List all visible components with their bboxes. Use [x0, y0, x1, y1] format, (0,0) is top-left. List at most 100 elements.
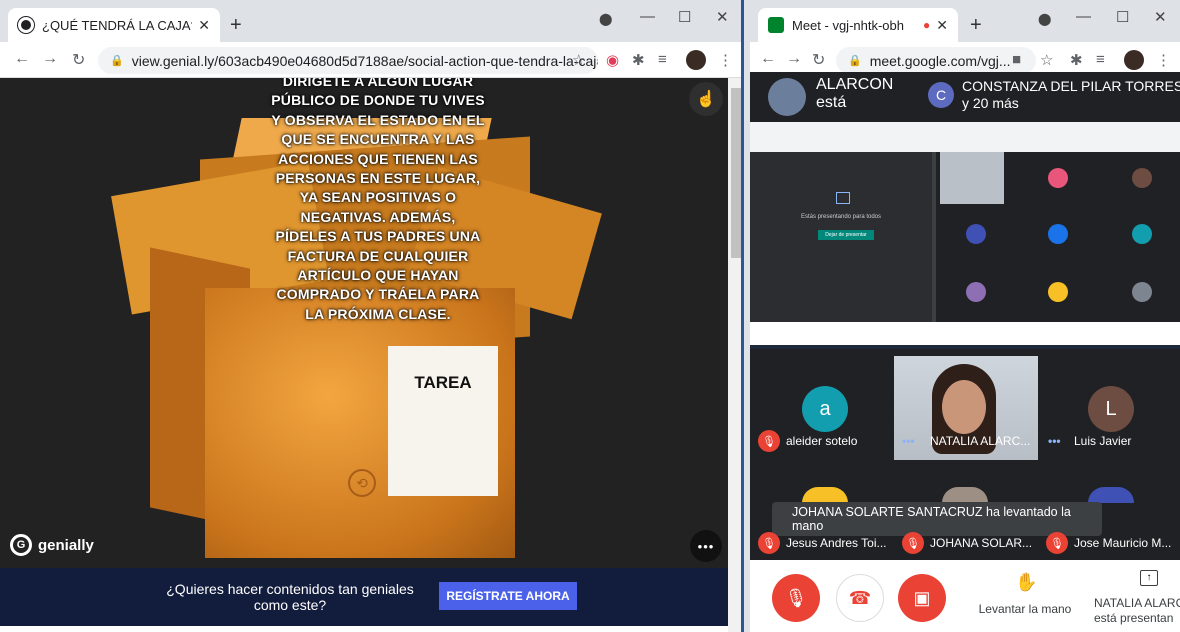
presenting-label: Estás presentando para todos	[800, 214, 882, 220]
tile-name-natalia: NATALIA ALARC...	[930, 434, 1031, 448]
new-tab-icon[interactable]: +	[970, 14, 982, 37]
mic-off-icon: 🎙	[758, 532, 780, 554]
maximize-icon[interactable]: ☐	[1116, 8, 1129, 26]
new-tab-icon[interactable]: +	[230, 14, 242, 37]
media-queue-icon[interactable]: ≡	[658, 51, 667, 68]
url-field[interactable]: 🔒 view.genial.ly/603acb490e04680d5d7188a…	[98, 47, 598, 74]
forward-icon[interactable]: →	[42, 50, 58, 68]
promo-text: ¿Quieres hacer contenidos tan geniales c…	[166, 581, 414, 613]
back-icon[interactable]: ←	[760, 50, 776, 68]
avatar-aleider: a	[802, 386, 848, 432]
mic-off-icon: 🎙	[1046, 532, 1068, 554]
raise-hand-label[interactable]: Levantar la mano	[972, 602, 1078, 616]
close-window-icon[interactable]: ✕	[1154, 8, 1167, 26]
shared-avatar-3	[966, 282, 986, 302]
raise-hand-icon[interactable]: ✋	[1015, 572, 1037, 593]
presenting-status-line1: NATALIA ALARC	[1094, 596, 1180, 610]
camera-indicator-icon[interactable]: ■	[1012, 51, 1021, 68]
reload-icon[interactable]: ↻	[812, 50, 825, 70]
speaking-indicator-icon: •••	[1048, 434, 1061, 448]
tab-meet[interactable]: Meet - vgj-nhtk-obh ● ✕	[758, 8, 958, 42]
menu-icon[interactable]: ⋮	[1156, 51, 1171, 69]
genially-logo-icon: G	[10, 534, 32, 556]
mic-off-icon: 🎙	[902, 532, 924, 554]
forward-icon[interactable]: →	[786, 50, 802, 68]
mic-off-icon: 🎙	[758, 430, 780, 452]
tab-strip: Meet - vgj-nhtk-obh ● ✕ + ⬤ — ☐ ✕	[750, 0, 1180, 42]
presenter-name: ALARCON está	[816, 76, 893, 112]
url-text: view.genial.ly/603acb490e04680d5d7188ae/…	[131, 52, 598, 69]
puzzle-icon[interactable]: ✱	[632, 51, 645, 69]
participant-face	[942, 380, 986, 434]
maximize-icon[interactable]: ☐	[678, 8, 691, 26]
scrollbar-thumb[interactable]	[731, 88, 741, 258]
hand-raised-toast: JOHANA SOLARTE SANTACRUZ ha levantado la…	[772, 502, 1102, 536]
tab-title: ¿QUÉ TENDRÁ LA CAJA? por MA	[42, 17, 192, 33]
scrollbar[interactable]	[728, 78, 741, 632]
lock-icon: 🔒	[110, 55, 124, 67]
reload-icon[interactable]: ↻	[72, 50, 85, 70]
shared-avatar-l	[1132, 168, 1152, 188]
presenter-name-line2: está	[816, 94, 847, 111]
url-text: meet.google.com/vgj...	[869, 52, 1011, 69]
recording-dot-icon: ●	[923, 18, 931, 32]
more-options-button[interactable]: •••	[690, 530, 722, 562]
meet-controls-bar: 🎙 ☎ ▣ ✋ Levantar la mano ↑ NATALIA ALARC…	[750, 560, 1180, 632]
profile-avatar[interactable]	[1124, 50, 1144, 70]
hand-pointer-button[interactable]: ☝	[689, 82, 723, 116]
shared-browser-chrome	[750, 122, 1180, 152]
media-queue-icon[interactable]: ≡	[1096, 51, 1105, 68]
mic-toggle-button[interactable]: 🎙	[772, 574, 820, 622]
card-label: TAREA	[414, 373, 472, 392]
register-button[interactable]: REGÍSTRATE AHORA	[439, 582, 577, 610]
rotate-icon[interactable]: ⟲	[348, 469, 376, 497]
profile-avatar[interactable]	[686, 50, 706, 70]
close-window-icon[interactable]: ✕	[716, 8, 729, 26]
presenting-status[interactable]: NATALIA ALARC está presentan	[1094, 596, 1180, 626]
tab-search-icon[interactable]: ⬤	[599, 12, 612, 26]
puzzle-icon[interactable]: ✱	[1070, 51, 1083, 69]
meet-favicon	[768, 17, 784, 33]
tab-genially[interactable]: ¿QUÉ TENDRÁ LA CAJA? por MA ✕	[8, 8, 220, 42]
extension-icon[interactable]: ◉	[606, 51, 619, 69]
shared-avatar-2	[1048, 224, 1068, 244]
menu-icon[interactable]: ⋮	[718, 51, 733, 69]
promo-banner: ¿Quieres hacer contenidos tan geniales c…	[0, 568, 728, 626]
tab-search-icon[interactable]: ⬤	[1038, 12, 1051, 26]
other-participants-line2: y 20 más	[962, 95, 1019, 111]
brand-name: genially	[38, 536, 94, 554]
task-text: DIRÍGETE A ALGÚN LUGAR PÚBLICO DE DONDE …	[271, 78, 485, 322]
meet-browser-window: Meet - vgj-nhtk-obh ● ✕ + ⬤ — ☐ ✕ ← → ↻ …	[750, 0, 1180, 632]
avatar-jesus	[802, 487, 848, 503]
shared-avatar-j	[966, 224, 986, 244]
tile-name-luis: Luis Javier	[1074, 434, 1132, 448]
presenting-panel: Estás presentando para todos Dejar de pr…	[750, 152, 932, 342]
other-participants-line1: CONSTANZA DEL PILAR TORRES NARV.	[962, 78, 1180, 94]
genially-favicon	[18, 17, 34, 33]
minimize-icon[interactable]: —	[640, 8, 655, 25]
genially-canvas: TAREA DIRÍGETE A ALGÚN LUGAR PÚBLICO DE …	[0, 78, 728, 568]
meet-call-area: ALARCON está C CONSTANZA DEL PILAR TORRE…	[750, 72, 1180, 632]
shared-video-tile	[940, 152, 1004, 204]
speaking-indicator-icon: •••	[902, 434, 915, 448]
camera-toggle-button[interactable]: ▣	[898, 574, 946, 622]
tile-name-jose: Jose Mauricio M...	[1074, 536, 1172, 550]
present-now-icon[interactable]: ↑	[1140, 570, 1158, 586]
close-tab-icon[interactable]: ✕	[198, 17, 210, 34]
presenting-status-line2: está presentan	[1094, 611, 1174, 625]
close-tab-icon[interactable]: ✕	[936, 17, 948, 34]
hang-up-button[interactable]: ☎	[836, 574, 884, 622]
bookmark-star-icon[interactable]: ☆	[572, 51, 585, 69]
shared-screen-preview: Estás presentando para todos Dejar de pr…	[750, 122, 1180, 349]
url-field[interactable]: 🔒 meet.google.com/vgj...	[836, 47, 1036, 74]
minimize-icon[interactable]: —	[1076, 8, 1091, 25]
avatar-jose	[1088, 487, 1134, 503]
bookmark-star-icon[interactable]: ☆	[1040, 51, 1053, 69]
presenter-name-line1: ALARCON	[816, 76, 894, 93]
task-card[interactable]: TAREA	[388, 346, 498, 496]
genially-browser-window: ¿QUÉ TENDRÁ LA CAJA? por MA ✕ + ⬤ — ☐ ✕ …	[0, 0, 744, 632]
avatar-johana	[942, 487, 988, 503]
avatar-luis: L	[1088, 386, 1134, 432]
genially-logo[interactable]: G genially	[10, 534, 94, 556]
back-icon[interactable]: ←	[14, 50, 30, 68]
